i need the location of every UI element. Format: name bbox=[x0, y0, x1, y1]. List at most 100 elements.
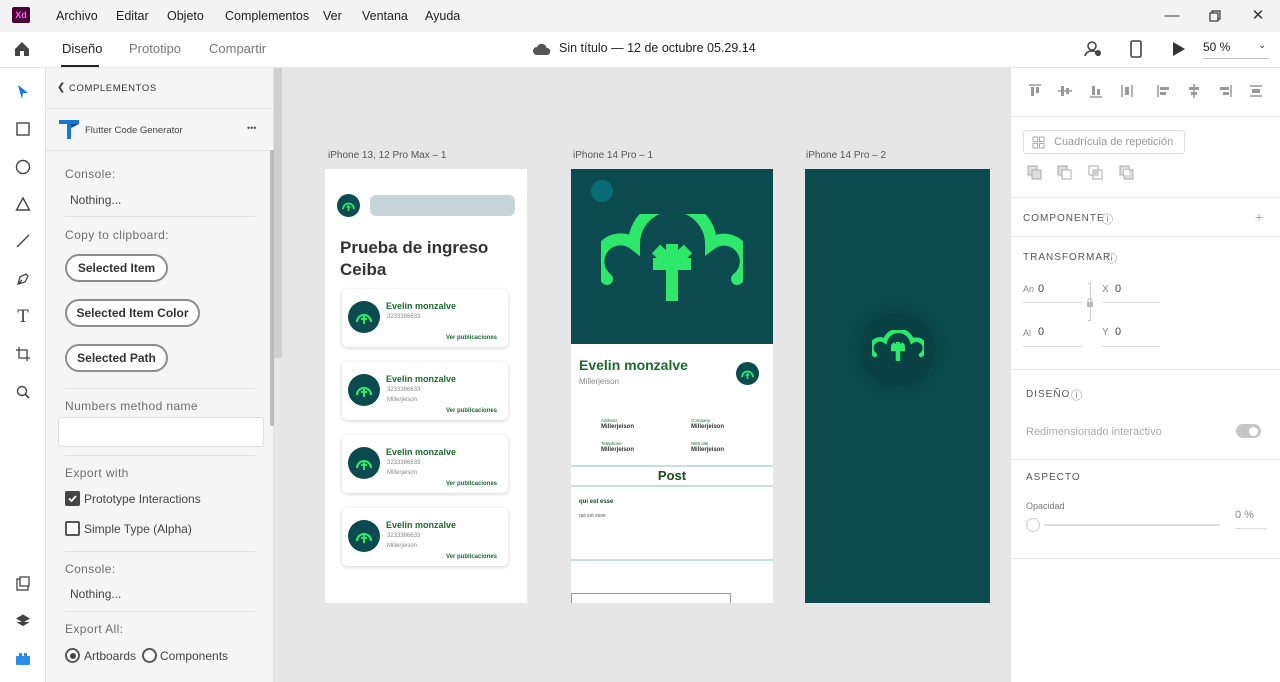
xd-logo: Xd bbox=[12, 7, 30, 23]
search-bar[interactable] bbox=[370, 195, 515, 216]
distribute-vertical-icon[interactable] bbox=[1119, 83, 1135, 99]
tab-diseno[interactable]: Diseño bbox=[62, 41, 102, 56]
clipboard-label: Copy to clipboard: bbox=[65, 228, 169, 242]
post-body: qui est esse bbox=[579, 513, 606, 519]
opacity-slider-track[interactable] bbox=[1044, 524, 1220, 526]
info-icon[interactable]: ⓘ bbox=[1071, 387, 1082, 403]
ellipse-tool-icon[interactable] bbox=[13, 157, 33, 177]
artboard-2[interactable]: Evelin monzalve Millerjeison Address Mil… bbox=[571, 169, 773, 603]
artboard-2-label[interactable]: iPhone 14 Pro – 1 bbox=[573, 150, 653, 161]
menu-objeto[interactable]: Objeto bbox=[167, 9, 204, 23]
artboard-3[interactable] bbox=[805, 169, 990, 603]
back-button[interactable] bbox=[591, 180, 613, 202]
add-component-icon[interactable]: + bbox=[1255, 209, 1263, 225]
artboard-tool-icon[interactable] bbox=[13, 344, 33, 364]
lock-aspect-icon[interactable] bbox=[1086, 298, 1094, 307]
distribute-horizontal-icon[interactable] bbox=[1248, 83, 1264, 99]
view-posts-link[interactable]: Ver publicaciones bbox=[446, 554, 497, 560]
tab-compartir[interactable]: Compartir bbox=[209, 41, 266, 56]
aspecto-heading: ASPECTO bbox=[1026, 472, 1081, 483]
zoom-value[interactable]: 50 % bbox=[1203, 40, 1230, 54]
restore-icon[interactable] bbox=[1195, 4, 1235, 28]
artboard-1[interactable]: Prueba de ingreso Ceiba Evelin monzalve 3… bbox=[325, 169, 527, 603]
align-left-icon[interactable] bbox=[1156, 83, 1172, 99]
info-icon[interactable]: ⓘ bbox=[1102, 211, 1113, 227]
user-name: Evelin monzalve bbox=[386, 520, 457, 530]
prototype-interactions-checkbox[interactable] bbox=[65, 491, 80, 506]
polygon-tool-icon[interactable] bbox=[13, 194, 33, 214]
repeat-grid-button[interactable]: Cuadrícula de repetición bbox=[1023, 130, 1185, 154]
align-bottom-icon[interactable] bbox=[1088, 83, 1104, 99]
menu-ventana[interactable]: Ventana bbox=[362, 9, 408, 23]
simple-type-checkbox[interactable] bbox=[65, 521, 80, 536]
boolean-add-icon[interactable] bbox=[1027, 165, 1043, 181]
profile-header bbox=[571, 169, 773, 344]
zoom-chevron-icon[interactable]: ⌄ bbox=[1258, 40, 1266, 51]
back-chevron-icon[interactable]: ❮ bbox=[57, 82, 65, 93]
divider bbox=[1011, 116, 1280, 117]
plugin-logo-icon bbox=[58, 118, 80, 140]
width-input[interactable]: 0 bbox=[1038, 283, 1044, 295]
boolean-subtract-icon[interactable] bbox=[1057, 165, 1073, 181]
artboard-3-label[interactable]: iPhone 14 Pro – 2 bbox=[806, 150, 886, 161]
select-tool-icon[interactable] bbox=[13, 82, 33, 102]
view-posts-link[interactable]: Ver publicaciones bbox=[446, 408, 497, 414]
layers-icon[interactable] bbox=[13, 611, 33, 631]
align-middle-icon[interactable] bbox=[1057, 83, 1073, 99]
design-canvas[interactable]: iPhone 13, 12 Pro Max – 1 Prueba de ingr… bbox=[274, 68, 1010, 682]
home-icon[interactable] bbox=[13, 40, 33, 60]
repeat-grid-label: Cuadrícula de repetición bbox=[1054, 136, 1174, 148]
menu-complementos[interactable]: Complementos bbox=[225, 9, 309, 23]
boolean-exclude-icon[interactable] bbox=[1119, 165, 1135, 181]
chevron-down-icon[interactable]: ⌄ bbox=[741, 41, 749, 52]
copy-selected-item-button[interactable]: Selected Item bbox=[65, 254, 168, 282]
tab-prototipo[interactable]: Prototipo bbox=[129, 41, 181, 56]
text-tool-icon[interactable]: T bbox=[13, 307, 33, 327]
plugins-icon[interactable] bbox=[13, 649, 33, 669]
menu-editar[interactable]: Editar bbox=[116, 9, 149, 23]
line-tool-icon[interactable] bbox=[13, 231, 33, 251]
align-top-icon[interactable] bbox=[1027, 83, 1043, 99]
components-radio[interactable] bbox=[142, 648, 157, 663]
x-input[interactable]: 0 bbox=[1115, 283, 1121, 295]
more-options-icon[interactable]: ••• bbox=[247, 123, 256, 133]
field-value: Millerjeison bbox=[691, 424, 725, 430]
back-to-plugins-label[interactable]: COMPLEMENTOS bbox=[69, 83, 157, 94]
minimize-icon[interactable]: — bbox=[1152, 4, 1192, 28]
close-icon[interactable]: ✕ bbox=[1238, 4, 1278, 28]
opacity-slider-handle[interactable] bbox=[1026, 518, 1040, 532]
boolean-intersect-icon[interactable] bbox=[1088, 165, 1104, 181]
menu-archivo[interactable]: Archivo bbox=[56, 9, 98, 23]
x-underline bbox=[1102, 302, 1160, 303]
opacity-value[interactable]: 0 % bbox=[1235, 509, 1254, 521]
view-posts-link[interactable]: Ver publicaciones bbox=[446, 481, 497, 487]
align-center-icon[interactable] bbox=[1186, 83, 1202, 99]
rectangle-tool-icon[interactable] bbox=[13, 119, 33, 139]
assets-icon[interactable] bbox=[13, 574, 33, 594]
info-icon[interactable]: ⓘ bbox=[1106, 250, 1117, 266]
align-right-icon[interactable] bbox=[1217, 83, 1233, 99]
menu-ver[interactable]: Ver bbox=[323, 9, 342, 23]
responsive-resize-toggle[interactable] bbox=[1236, 424, 1261, 438]
user-card[interactable]: Evelin monzalve 3233386633 Ver publicacion… bbox=[342, 289, 508, 347]
artboard-1-label[interactable]: iPhone 13, 12 Pro Max – 1 bbox=[328, 150, 446, 161]
device-preview-icon[interactable] bbox=[1130, 40, 1142, 58]
numbers-method-input[interactable] bbox=[58, 417, 264, 447]
document-title[interactable]: Sin título — 12 de octubre 05.29.14 bbox=[559, 41, 756, 55]
y-input[interactable]: 0 bbox=[1115, 326, 1121, 338]
user-phone: 3233386633 bbox=[387, 314, 421, 320]
share-user-icon[interactable] bbox=[1084, 40, 1102, 58]
user-card[interactable]: Evelin monzalve 3233386633 Millerjeison Ver… bbox=[342, 435, 508, 493]
copy-item-color-button[interactable]: Selected Item Color bbox=[65, 299, 200, 327]
user-card[interactable]: Evelin monzalve 3233386633 Millerjeison Ver… bbox=[342, 362, 508, 420]
copy-path-button[interactable]: Selected Path bbox=[65, 344, 168, 372]
height-input[interactable]: 0 bbox=[1038, 326, 1044, 338]
user-card[interactable]: Evelin monzalve 3233386633 Millerjeison Ver… bbox=[342, 508, 508, 566]
zoom-tool-icon[interactable] bbox=[13, 382, 33, 402]
pen-tool-icon[interactable] bbox=[13, 269, 33, 289]
user-avatar bbox=[348, 447, 380, 479]
menu-ayuda[interactable]: Ayuda bbox=[425, 9, 460, 23]
artboards-radio[interactable] bbox=[65, 648, 80, 663]
view-posts-link[interactable]: Ver publicaciones bbox=[446, 335, 497, 341]
play-icon[interactable] bbox=[1172, 41, 1186, 57]
